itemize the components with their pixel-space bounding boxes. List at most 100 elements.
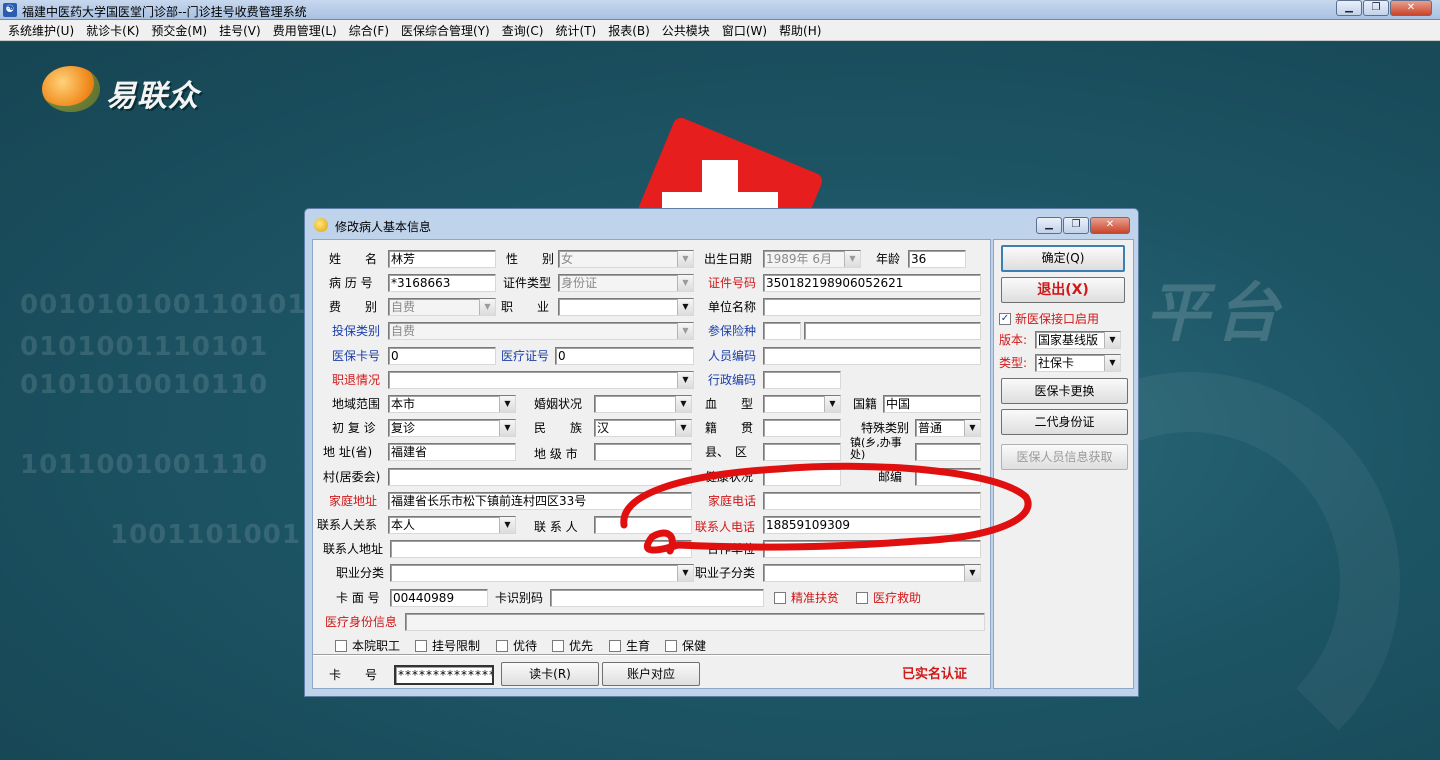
id-card-button[interactable]: 二代身份证: [1001, 409, 1128, 435]
new-ins-iface-checkbox[interactable]: ✓: [999, 313, 1011, 325]
ins-type-select[interactable]: 自费 ▼: [388, 322, 694, 340]
card-number-field[interactable]: **************: [394, 665, 494, 685]
chevron-down-icon: ▼: [499, 396, 515, 412]
menu-system[interactable]: 系统维护(U): [2, 22, 80, 39]
province-field[interactable]: 福建省: [388, 443, 516, 461]
reg-limit-checkbox[interactable]: [415, 640, 427, 652]
med-identity-field[interactable]: [405, 613, 985, 631]
label-type: 类型:: [999, 356, 1028, 370]
gender-select[interactable]: 女 ▼: [558, 250, 694, 268]
change-card-button[interactable]: 医保卡更换: [1001, 378, 1128, 404]
priority-checkbox[interactable]: [552, 640, 564, 652]
divider: [313, 654, 990, 656]
preferential-checkbox[interactable]: [496, 640, 508, 652]
ins-card-field[interactable]: 0: [388, 347, 496, 365]
home-address-field[interactable]: 福建省长乐市松下镇前连村四区33号: [388, 492, 692, 510]
menu-general[interactable]: 综合(F): [343, 22, 395, 39]
staff-code-field[interactable]: [763, 347, 981, 365]
account-match-button[interactable]: 账户对应: [602, 662, 700, 686]
label-id-type: 证件类型: [503, 276, 552, 290]
chevron-down-icon: ▼: [677, 275, 693, 291]
blood-select[interactable]: ▼: [763, 395, 841, 413]
label-contact: 联 系 人: [534, 520, 578, 534]
staff-checkbox[interactable]: [335, 640, 347, 652]
med-cert-field[interactable]: 0: [555, 347, 694, 365]
admin-code-field[interactable]: [763, 371, 841, 389]
binary-watermark: 0101010010110: [20, 370, 269, 400]
poverty-checkbox[interactable]: [774, 592, 786, 604]
id-type-select[interactable]: 身份证 ▼: [558, 274, 694, 292]
fee-type-select[interactable]: 自费 ▼: [388, 298, 496, 316]
job-subclass-select[interactable]: ▼: [763, 564, 981, 582]
special-select[interactable]: 普通 ▼: [915, 419, 981, 437]
label-job: 职 业: [501, 300, 550, 314]
menu-register[interactable]: 挂号(V): [213, 22, 267, 39]
marital-select[interactable]: ▼: [594, 395, 692, 413]
chevron-down-icon: ▼: [1104, 355, 1120, 371]
birth-date-select[interactable]: 1989年 6月 ▼: [763, 250, 861, 268]
job-select[interactable]: ▼: [558, 298, 694, 316]
contact-phone-field[interactable]: 18859109309: [763, 516, 981, 534]
retire-select[interactable]: ▼: [388, 371, 694, 389]
get-ins-info-button[interactable]: 医保人员信息获取: [1001, 444, 1128, 470]
county-field[interactable]: [763, 443, 841, 461]
close-icon[interactable]: ✕: [1390, 0, 1432, 16]
label-home-addr: 家庭地址: [329, 494, 378, 508]
menu-card[interactable]: 就诊卡(K): [80, 22, 145, 39]
menu-insurance[interactable]: 医保综合管理(Y): [395, 22, 496, 39]
label-blood: 血 型: [705, 397, 754, 411]
village-field[interactable]: [388, 468, 692, 486]
healthcare-checkbox[interactable]: [665, 640, 677, 652]
exit-button[interactable]: 退出(X): [1001, 277, 1125, 303]
coop-unit-field[interactable]: [763, 540, 981, 558]
health-field[interactable]: [763, 468, 841, 486]
origin-field[interactable]: [763, 419, 841, 437]
job-class-select[interactable]: ▼: [390, 564, 694, 582]
label-fee: 费 别: [329, 300, 378, 314]
contact-address-field[interactable]: [390, 540, 692, 558]
menu-stats[interactable]: 统计(T): [549, 22, 602, 39]
home-phone-field[interactable]: [763, 492, 981, 510]
medical-aid-checkbox[interactable]: [856, 592, 868, 604]
label-village: 村(居委会): [323, 470, 381, 484]
name-field[interactable]: 林芳: [388, 250, 496, 268]
id-number-field[interactable]: 350182198906052621: [763, 274, 981, 292]
contact-relation-select[interactable]: 本人 ▼: [388, 516, 516, 534]
menu-report[interactable]: 报表(B): [602, 22, 656, 39]
maternity-checkbox[interactable]: [609, 640, 621, 652]
ins-kind-name-field[interactable]: [804, 322, 981, 340]
label-age: 年龄: [876, 252, 901, 266]
restore-icon[interactable]: ❐: [1363, 0, 1389, 16]
minimize-icon[interactable]: ▁: [1036, 217, 1062, 234]
card-face-field[interactable]: 00440989: [390, 589, 488, 607]
menu-prepay[interactable]: 预交金(M): [145, 22, 213, 39]
ins-kind-code-field[interactable]: [763, 322, 801, 340]
ok-button[interactable]: 确定(Q): [1001, 245, 1125, 272]
read-card-button[interactable]: 读卡(R): [501, 662, 599, 686]
version-select[interactable]: 国家基线版 ▼: [1035, 331, 1121, 349]
label-province: 地 址(省): [323, 445, 373, 459]
nation-field[interactable]: 中国: [883, 395, 981, 413]
region-select[interactable]: 本市 ▼: [388, 395, 516, 413]
city-field[interactable]: [594, 443, 692, 461]
age-field[interactable]: 36: [908, 250, 966, 268]
ethnic-select[interactable]: 汉 ▼: [594, 419, 692, 437]
visit-type-select[interactable]: 复诊 ▼: [388, 419, 516, 437]
menu-window[interactable]: 窗口(W): [716, 22, 773, 39]
menu-help[interactable]: 帮助(H): [773, 22, 827, 39]
menu-fee[interactable]: 费用管理(L): [267, 22, 343, 39]
close-icon[interactable]: ✕: [1090, 217, 1130, 234]
unit-field[interactable]: [763, 298, 981, 316]
menu-query[interactable]: 查询(C): [496, 22, 550, 39]
menu-public[interactable]: 公共模块: [656, 22, 716, 39]
card-id-field[interactable]: [550, 589, 764, 607]
restore-icon[interactable]: ❐: [1063, 217, 1089, 234]
edit-patient-dialog: 修改病人基本信息 ▁ ❐ ✕ 姓 名 林芳 性 别 女 ▼ 出生日期 1989年 …: [304, 208, 1139, 697]
record-number-field[interactable]: *3168663: [388, 274, 496, 292]
type-select[interactable]: 社保卡 ▼: [1035, 354, 1121, 372]
label-id-number: 证件号码: [708, 276, 757, 290]
minimize-icon[interactable]: ▁: [1336, 0, 1362, 16]
postcode-field[interactable]: [915, 468, 981, 486]
contact-field[interactable]: [594, 516, 692, 534]
town-field[interactable]: [915, 443, 981, 461]
